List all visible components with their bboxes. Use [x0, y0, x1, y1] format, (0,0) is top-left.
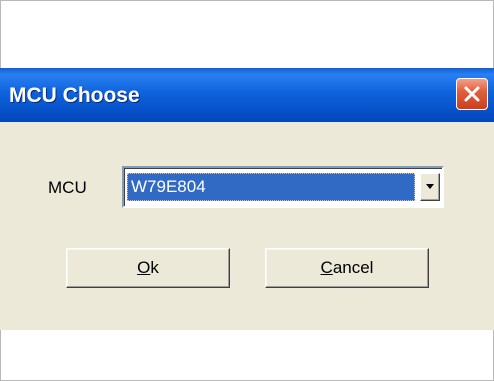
title-bar[interactable]: MCU Choose [0, 68, 494, 122]
mcu-label: MCU [48, 178, 87, 197]
mcu-select-value-box[interactable]: W79E804 [127, 173, 415, 201]
close-button[interactable] [456, 78, 488, 110]
chevron-down-icon [426, 184, 434, 189]
close-icon [464, 86, 480, 102]
mcu-select[interactable]: W79E804 [122, 166, 444, 208]
ok-button-label: k [150, 258, 159, 277]
cancel-button-mnemonic: C [320, 258, 333, 277]
mcu-choose-dialog: MCU Choose MCU W79E804 Ok Cancel [0, 68, 494, 330]
mcu-select-value: W79E804 [131, 177, 206, 196]
dialog-client-area: MCU W79E804 Ok Cancel [0, 122, 494, 330]
dialog-title: MCU Choose [9, 84, 140, 107]
ok-button[interactable]: Ok [66, 248, 230, 288]
mcu-select-dropdown-button[interactable] [420, 173, 440, 201]
ok-button-mnemonic: O [137, 258, 151, 277]
cancel-button-label: ancel [332, 258, 374, 277]
cancel-button[interactable]: Cancel [265, 248, 429, 288]
